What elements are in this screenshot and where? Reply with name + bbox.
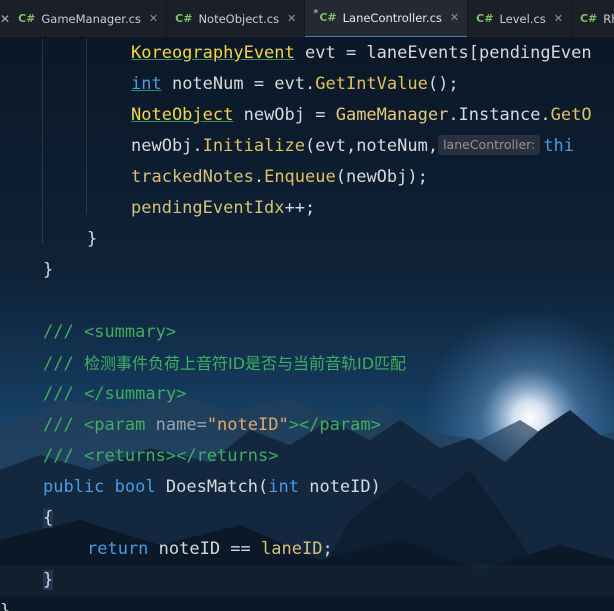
tab-gamemanager[interactable]: C# GameManager.cs ✕ [10,0,168,37]
doc-comment-line[interactable]: /// </summary> [43,379,186,410]
code-line[interactable]: pendingEventIdx++; [131,193,315,224]
tab-label: NoteObject.cs [198,11,280,26]
csharp-file-icon: C# [476,12,494,25]
doc-tag: <param [83,415,146,435]
code-text: .Instance. [448,105,551,125]
tab-lanecontroller[interactable]: * C# LaneController.cs ✕ [305,0,469,37]
indent-guide [42,38,43,244]
doc-slashes: /// [43,354,74,374]
doc-slashes: /// [43,322,74,342]
closing-brace: } [43,260,54,280]
keyword-token: int [268,477,299,497]
code-line[interactable]: newObj.Initialize(evt,noteNum, laneContro… [131,131,574,162]
doc-comment-line[interactable]: /// <summary> [43,317,176,348]
doc-slashes: /// [43,446,74,466]
editor-tab-bar: ✕ C# GameManager.cs ✕ C# NoteObject.cs ✕… [0,0,614,38]
doc-comment-line[interactable]: /// <param name="noteID"></param> [43,410,381,441]
csharp-file-icon: C# [319,11,337,24]
parameter-name: noteID [309,477,371,497]
code-line[interactable]: } [0,596,10,611]
close-icon[interactable]: ✕ [450,11,459,24]
csharp-file-icon: C# [18,12,36,25]
parameter-hint: laneController: [438,135,541,155]
doc-text: 检测事件负荷上音符ID是否与当前音轨ID匹配 [83,354,407,373]
doc-tag: <returns></returns> [83,446,279,466]
closing-brace: } [87,229,98,249]
keyword-token: return [87,539,149,559]
doc-comment-line[interactable]: /// <returns></returns> [43,441,278,472]
code-line[interactable]: int noteNum = evt.GetIntValue(); [131,69,459,100]
code-line[interactable]: } [87,224,97,255]
tab-rhythmgamemanager[interactable]: C# RhythmGameM [572,0,614,37]
keyword-token: int [131,74,162,94]
modified-indicator-icon: * [313,8,319,19]
closing-brace: } [0,601,11,611]
indent-guide [86,38,87,214]
current-line-highlight [0,565,614,596]
code-line[interactable]: KoreographyEvent evt = laneEvents[pendin… [131,38,592,69]
code-line[interactable]: { [43,503,54,534]
csharp-file-icon: C# [175,12,193,25]
code-line[interactable]: } [43,255,53,286]
code-line[interactable]: NoteObject newObj = GameManager.Instance… [131,100,592,131]
code-line[interactable]: trackedNotes.Enqueue(newObj); [131,162,428,193]
keyword-token: bool [114,477,156,497]
doc-attr-value: "noteID" [206,415,289,435]
field-token: trackedNotes [131,167,254,187]
doc-tag: ></param> [288,415,381,435]
code-text: newObj = [233,105,336,125]
tab-label: GameManager.cs [41,11,141,26]
tab-level[interactable]: C# Level.cs ✕ [468,0,572,37]
method-token: Initialize [202,136,306,156]
code-text: . [253,167,265,187]
code-text: (); [427,74,459,94]
code-line[interactable]: return noteID == laneID; [87,534,333,565]
code-text: ; [322,539,333,559]
close-icon[interactable]: ✕ [287,12,296,25]
close-icon[interactable]: ✕ [0,0,10,37]
matched-brace: } [43,570,54,590]
code-text: (evt,noteNum, [305,136,439,156]
doc-comment-line[interactable]: /// 检测事件负荷上音符ID是否与当前音轨ID匹配 [43,348,406,379]
tab-label: Level.cs [499,11,546,26]
close-icon[interactable]: ✕ [149,12,158,25]
matched-brace: { [43,508,54,528]
code-line[interactable]: public bool DoesMatch(int noteID) [43,472,381,503]
type-token: KoreographyEvent [131,43,295,63]
field-token: pendingEventIdx [131,198,285,218]
keyword-token: thi [543,136,575,156]
code-line[interactable]: } [43,565,54,596]
tab-label: LaneController.cs [342,10,442,25]
doc-tag: <summary> [83,322,177,342]
code-editor[interactable]: KoreographyEvent evt = laneEvents[pendin… [0,38,614,611]
type-token: NoteObject [131,105,234,125]
doc-tag: </summary> [83,384,187,404]
method-token: GetO [550,105,592,125]
csharp-file-icon: C# [579,12,598,25]
class-token: GameManager [335,105,449,125]
field-token: laneID [261,539,323,559]
code-text: (newObj); [335,167,428,187]
code-text: newObj. [131,136,203,156]
code-text: noteNum = evt. [161,74,316,94]
method-name: DoesMatch [165,477,258,497]
code-text: noteID == [148,539,262,559]
tab-label: RhythmGameM [603,11,614,26]
keyword-token: public [43,477,105,497]
tab-noteobject[interactable]: C# NoteObject.cs ✕ [167,0,306,37]
close-icon[interactable]: ✕ [554,12,563,25]
method-token: Enqueue [264,167,336,187]
doc-slashes: /// [43,415,74,435]
doc-slashes: /// [43,384,74,404]
code-text: ++; [284,198,316,218]
code-text: evt = laneEvents[pendingEven [294,43,592,63]
doc-attr: name= [145,415,207,435]
method-token: GetIntValue [315,74,428,94]
